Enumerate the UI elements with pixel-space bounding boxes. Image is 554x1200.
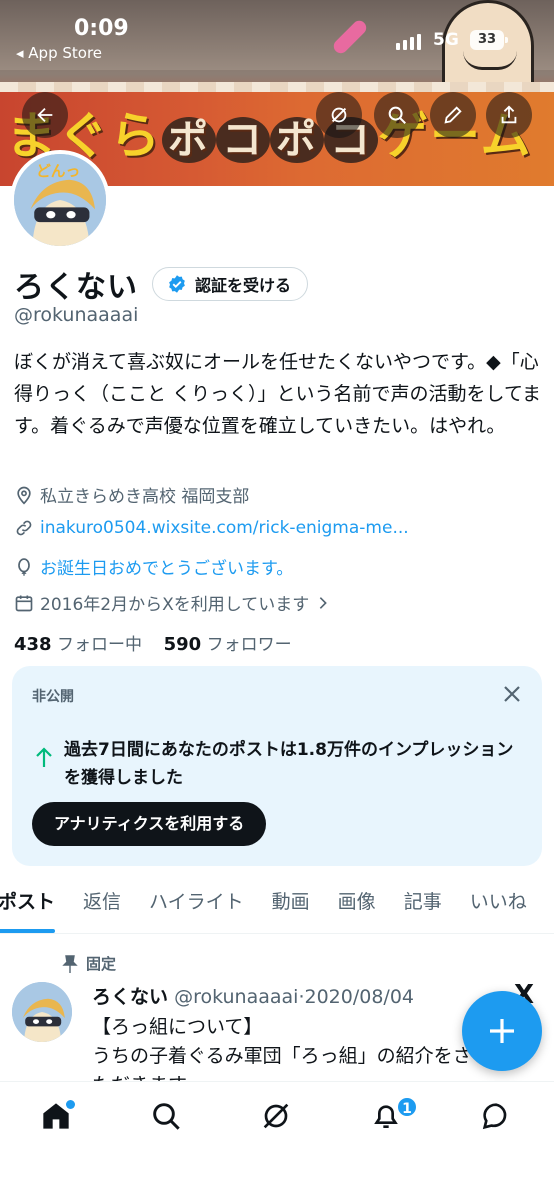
- battery-icon: 33: [470, 30, 508, 50]
- compose-button[interactable]: [462, 991, 542, 1071]
- profile-tabs: ポスト 返信 ハイライト 動画 画像 記事 いいね: [0, 872, 554, 934]
- following-label: フォロー中: [56, 635, 142, 655]
- profile-handle: @rokunaaaai: [14, 304, 139, 326]
- post-avatar[interactable]: [12, 982, 72, 1042]
- back-to-app-store[interactable]: ◂ App Store: [16, 44, 102, 62]
- profile-joined[interactable]: 2016年2月からXを利用しています: [14, 590, 331, 615]
- profile-website[interactable]: inakuro0504.wixsite.com/rick-enigma-me..…: [14, 518, 409, 538]
- tab-likes[interactable]: いいね: [456, 872, 541, 933]
- profile-bio: ぼくが消えて喜ぶ奴にオールを任せたくないやつです。◆「心得りっく（ここと くりっ…: [14, 351, 542, 437]
- grok-button[interactable]: [316, 92, 362, 138]
- edit-icon: [444, 106, 462, 124]
- birthday-text: お誕生日おめでとうございます。: [40, 559, 294, 579]
- share-icon: [501, 105, 517, 124]
- post-date: 2020/08/04: [304, 986, 414, 1008]
- close-icon[interactable]: [500, 682, 524, 706]
- analytics-button[interactable]: アナリティクスを利用する: [32, 802, 267, 846]
- signal-icon: [396, 34, 421, 50]
- location-icon: [17, 486, 31, 505]
- tab-videos[interactable]: 動画: [258, 872, 324, 933]
- name-row: ろくない 認証を受ける: [14, 262, 309, 306]
- joined-text: 2016年2月からXを利用しています: [40, 595, 310, 615]
- notification-badge: 1: [396, 1096, 418, 1118]
- post-handle: @rokunaaaai: [174, 986, 299, 1008]
- up-arrow-icon: [36, 747, 52, 767]
- messages-icon: [482, 1103, 507, 1130]
- search-icon: [153, 1103, 180, 1130]
- nav-grok[interactable]: [260, 1100, 296, 1136]
- tab-highlights[interactable]: ハイライト: [135, 872, 258, 933]
- banner-title-ko: コ: [216, 117, 270, 163]
- bottom-navigation: 1: [0, 1081, 554, 1200]
- pinned-label: 固定: [86, 955, 117, 973]
- tab-images[interactable]: 画像: [324, 872, 390, 933]
- tab-articles[interactable]: 記事: [390, 872, 456, 933]
- network-type: 5G: [433, 30, 459, 50]
- edit-profile-button[interactable]: [430, 92, 476, 138]
- avatar-text: どんっ: [36, 163, 80, 180]
- nav-messages[interactable]: [480, 1100, 516, 1136]
- chevron-right-icon: [319, 596, 328, 609]
- pinned-indicator: 固定: [62, 953, 116, 974]
- analytics-card: 非公開 過去7日間にあなたのポストは1.8万件のインプレッションを獲得しました …: [12, 666, 542, 866]
- followers-link[interactable]: 590 フォロワー: [163, 634, 292, 655]
- search-button[interactable]: [374, 92, 420, 138]
- back-button[interactable]: [22, 92, 68, 138]
- avatar-illustration: どんっ: [14, 154, 106, 246]
- pin-icon: [62, 954, 78, 973]
- banner-title-poko: ポ: [270, 117, 324, 163]
- back-arrow-icon: [37, 107, 53, 123]
- tab-replies[interactable]: 返信: [69, 872, 135, 933]
- grok-icon: [263, 1103, 289, 1129]
- home-unread-dot: [66, 1100, 75, 1109]
- profile-avatar[interactable]: どんっ: [10, 150, 110, 250]
- location-text: 私立きらめき高校 福岡支部: [40, 487, 250, 507]
- website-link[interactable]: inakuro0504.wixsite.com/rick-enigma-me..…: [40, 518, 409, 538]
- profile-location: 私立きらめき高校 福岡支部: [14, 482, 249, 507]
- following-count: 438: [14, 634, 52, 655]
- search-icon: [388, 106, 406, 124]
- following-link[interactable]: 438 フォロー中: [14, 634, 142, 655]
- followers-count: 590: [163, 634, 202, 655]
- share-button[interactable]: [486, 92, 532, 138]
- tab-posts[interactable]: ポスト: [0, 872, 69, 933]
- plus-icon: [490, 1019, 514, 1043]
- status-bar: 0:09 ◂ App Store 5G 33: [0, 0, 554, 70]
- follow-stats: 438 フォロー中 590 フォロワー: [14, 630, 292, 655]
- balloon-icon: [18, 557, 30, 576]
- get-verified-button[interactable]: 認証を受ける: [152, 267, 309, 301]
- get-verified-label: 認証を受ける: [195, 276, 292, 295]
- followers-label: フォロワー: [206, 635, 292, 655]
- calendar-icon: [15, 595, 33, 611]
- banner-title-poko: ポ: [162, 117, 216, 163]
- link-icon: [16, 520, 32, 536]
- grok-icon: [331, 107, 347, 123]
- nav-search[interactable]: [150, 1100, 186, 1136]
- display-name: ろくない: [14, 270, 138, 305]
- post-author[interactable]: ろくない: [92, 986, 168, 1008]
- post-avatar-illustration: [12, 982, 72, 1042]
- verified-badge-icon: [169, 275, 185, 293]
- private-label: 非公開: [32, 689, 74, 705]
- status-time: 0:09: [74, 16, 129, 41]
- post-header: ろくない @rokunaaaai·2020/08/04: [92, 982, 414, 1009]
- profile-birthday: お誕生日おめでとうございます。: [14, 554, 293, 579]
- impressions-text: 過去7日間にあなたのポストは1.8万件のインプレッションを獲得しました: [64, 740, 514, 788]
